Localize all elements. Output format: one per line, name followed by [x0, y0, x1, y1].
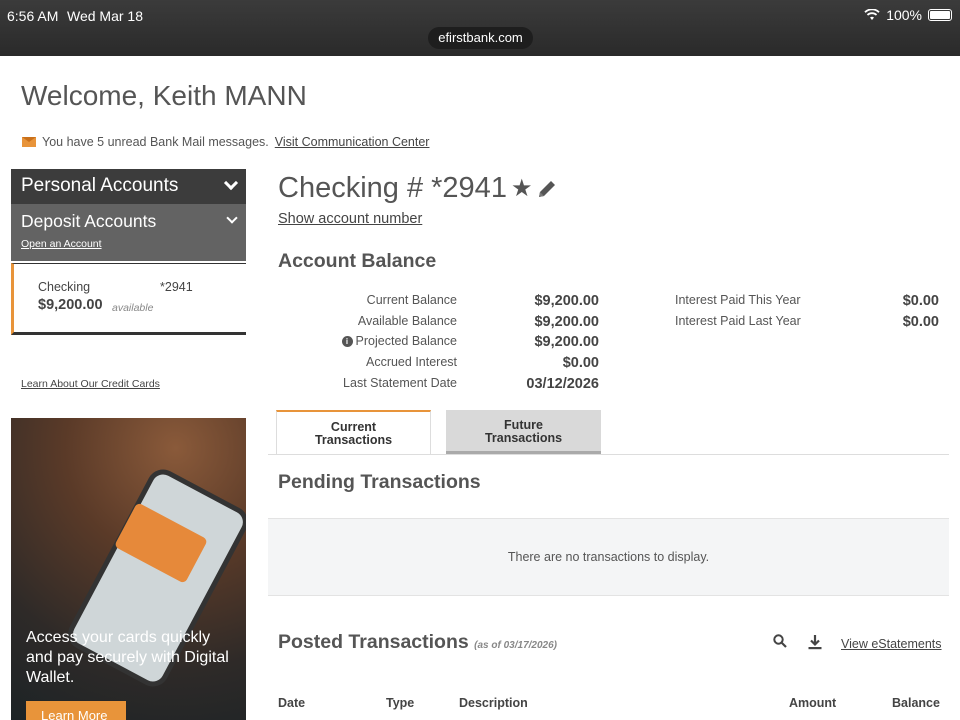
status-indicators: 100%: [864, 7, 952, 23]
tab-future-transactions[interactable]: Future Transactions: [446, 410, 601, 454]
wifi-icon: [864, 9, 880, 20]
pending-empty-message: There are no transactions to display.: [268, 518, 949, 596]
interest-label: Interest Paid Last Year: [675, 314, 801, 328]
column-header-type[interactable]: Type: [386, 696, 414, 710]
posted-as-of: (as of 03/17/2026): [474, 640, 557, 651]
tab-current-transactions[interactable]: Current Transactions: [276, 410, 431, 454]
tab-label: Transactions: [484, 431, 563, 445]
account-amount: $9,200.00: [38, 297, 103, 313]
info-icon[interactable]: i: [341, 336, 353, 347]
account-name: Checking: [38, 280, 91, 294]
balance-label: Current Balance: [366, 293, 457, 307]
chevron-down-icon: [223, 175, 239, 191]
balance-label: Accrued Interest: [365, 355, 457, 369]
learn-more-button[interactable]: Learn More: [26, 701, 126, 720]
accounts-sidebar: Personal Accounts Deposit Accounts Open …: [11, 169, 246, 335]
welcome-heading: Welcome, Keith MANN: [21, 80, 307, 111]
account-card-checking[interactable]: Checking *2941 $9,200.00 available: [11, 263, 246, 335]
column-header-date[interactable]: Date: [278, 696, 305, 710]
deposit-accounts-label: Deposit Accounts: [21, 211, 157, 231]
column-header-description[interactable]: Description: [459, 696, 528, 710]
communication-center-link[interactable]: Visit Communication Center: [275, 135, 430, 149]
personal-accounts-label: Personal Accounts: [21, 175, 179, 196]
battery-percent: 100%: [886, 7, 922, 23]
open-account-link[interactable]: Open an Account: [21, 238, 236, 250]
interest-value: $0.00: [902, 314, 939, 330]
posted-transactions-title: Posted Transactions (as of 03/17/2026): [278, 631, 557, 654]
tab-label: Transactions: [314, 433, 393, 447]
download-icon[interactable]: [807, 634, 823, 650]
personal-accounts-header[interactable]: Personal Accounts: [11, 169, 246, 204]
star-icon[interactable]: ★: [511, 174, 533, 203]
status-bar: 6:56 AM Wed Mar 18 100% efirstbank.com: [0, 0, 960, 56]
url-bar[interactable]: efirstbank.com: [428, 27, 533, 49]
view-estatements-link[interactable]: View eStatements: [841, 637, 942, 651]
mail-message: You have 5 unread Bank Mail messages.: [42, 135, 269, 149]
interest-label: Interest Paid This Year: [675, 293, 801, 307]
account-number: *2941: [160, 280, 193, 294]
column-header-balance[interactable]: Balance: [892, 696, 940, 710]
balance-value: $9,200.00: [534, 293, 599, 309]
credit-cards-link[interactable]: Learn About Our Credit Cards: [21, 378, 160, 390]
battery-icon: [928, 9, 952, 21]
balance-label: Last Statement Date: [343, 376, 457, 390]
posted-title-text: Posted Transactions: [278, 631, 469, 653]
balance-label: Available Balance: [357, 314, 457, 328]
show-account-number-link[interactable]: Show account number: [278, 211, 422, 227]
tab-divider: [268, 454, 949, 455]
promo-text: Access your cards quickly and pay secure…: [26, 629, 229, 686]
mail-icon: [22, 137, 36, 147]
balance-label: Projected Balance: [355, 334, 457, 348]
digital-wallet-promo: Access your cards quickly and pay secure…: [11, 418, 246, 720]
account-title-text: Checking # *2941: [278, 172, 507, 204]
balance-value: $9,200.00: [534, 334, 599, 350]
balance-value: $9,200.00: [534, 314, 599, 330]
interest-value: $0.00: [902, 293, 939, 309]
balance-value: 03/12/2026: [526, 376, 599, 392]
account-title: Checking # *2941 ★: [278, 172, 558, 205]
mail-notice: You have 5 unread Bank Mail messages. Vi…: [22, 135, 429, 149]
search-icon[interactable]: [773, 634, 787, 648]
balance-value: $0.00: [562, 355, 599, 371]
deposit-accounts-header[interactable]: Deposit Accounts Open an Account: [11, 204, 246, 261]
pending-transactions-title: Pending Transactions: [278, 471, 481, 493]
account-available-label: available: [112, 302, 154, 314]
column-header-amount[interactable]: Amount: [789, 696, 836, 710]
status-date: Wed Mar 18: [67, 8, 143, 24]
balance-label-wrap: i Projected Balance: [257, 334, 457, 348]
pencil-icon[interactable]: [536, 178, 558, 200]
status-time: 6:56 AM: [7, 8, 59, 24]
account-balance-title: Account Balance: [278, 250, 437, 272]
